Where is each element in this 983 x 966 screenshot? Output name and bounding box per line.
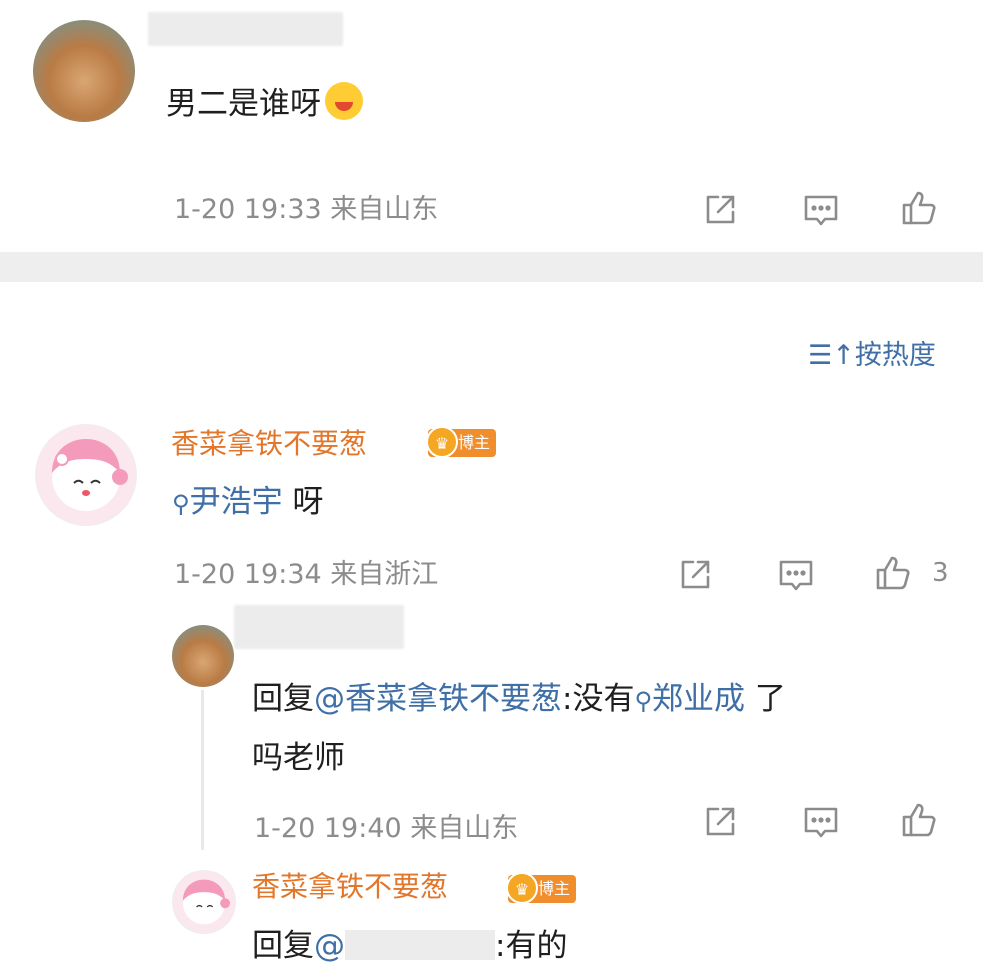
timestamp: 1-20 19:33	[174, 194, 322, 225]
reply-username[interactable]: 香菜拿铁不要葱	[252, 869, 448, 905]
reply-text-suffix: 了	[754, 681, 786, 717]
avatar[interactable]	[33, 20, 135, 122]
reply-prefix: 回复	[252, 928, 314, 964]
reply-thread-line	[201, 690, 204, 850]
share-icon[interactable]	[700, 190, 740, 230]
reply-meta: 1-20 19:40 来自山东	[254, 812, 518, 846]
reply-text: 回复@ :有的	[252, 926, 567, 966]
post-meta: 1-20 19:33 来自山东	[174, 193, 438, 227]
avatar[interactable]	[35, 424, 137, 526]
smile-emoji-icon	[325, 82, 363, 120]
reply-text: 回复@香菜拿铁不要葱:没有⚲郑业成 了	[252, 679, 786, 721]
blogger-badge: ♛ 博主	[506, 872, 577, 904]
comment-icon[interactable]	[776, 555, 816, 595]
crown-icon: ♛	[506, 872, 538, 904]
comment-icon[interactable]	[801, 190, 841, 230]
comment-text-suffix: 呀	[292, 484, 324, 520]
mention-link[interactable]: @	[314, 928, 345, 964]
topic-link[interactable]: 郑业成	[652, 681, 745, 717]
like-icon[interactable]	[900, 800, 940, 840]
section-divider	[0, 252, 983, 282]
share-icon[interactable]	[700, 802, 740, 842]
comment-username[interactable]: 香菜拿铁不要葱	[171, 426, 367, 462]
timestamp: 1-20 19:40	[254, 813, 402, 844]
post-text: 男二是谁呀	[166, 82, 363, 124]
reply-text-suffix: :有的	[495, 928, 568, 964]
timestamp: 1-20 19:34	[174, 559, 322, 590]
location: 来自浙江	[330, 559, 439, 590]
mention-link[interactable]: @香菜拿铁不要葱	[314, 681, 562, 717]
avatar[interactable]	[172, 625, 234, 687]
badge-label: 博主	[538, 879, 571, 898]
reply-prefix: 回复	[252, 681, 314, 717]
share-icon[interactable]	[675, 555, 715, 595]
reply-text-mid: :没有	[562, 681, 635, 717]
username-redacted	[148, 12, 343, 46]
topic-search-icon: ⚲	[172, 490, 190, 518]
location: 来自山东	[410, 813, 519, 844]
like-count: 3	[932, 558, 949, 588]
comment-text: ⚲尹浩宇 呀	[172, 482, 323, 524]
location: 来自山东	[330, 194, 439, 225]
sort-icon: ☰↑	[808, 340, 855, 371]
username-redacted	[234, 605, 404, 649]
blogger-badge: ♛ 博主	[426, 426, 497, 458]
post-text-content: 男二是谁呀	[166, 86, 321, 122]
like-icon[interactable]	[874, 553, 914, 593]
sort-button[interactable]: ☰↑按热度	[808, 333, 936, 372]
reply-text-line2: 吗老师	[252, 740, 345, 776]
topic-search-icon: ⚲	[634, 687, 653, 715]
sort-label: 按热度	[854, 340, 936, 371]
comment-meta: 1-20 19:34 来自浙江	[174, 558, 438, 592]
comment-icon[interactable]	[801, 802, 841, 842]
like-icon[interactable]	[900, 188, 940, 228]
topic-link[interactable]: 尹浩宇	[190, 484, 283, 520]
mention-redacted	[345, 930, 495, 960]
badge-label: 博主	[458, 433, 491, 452]
avatar[interactable]	[172, 870, 236, 934]
crown-icon: ♛	[426, 426, 458, 458]
